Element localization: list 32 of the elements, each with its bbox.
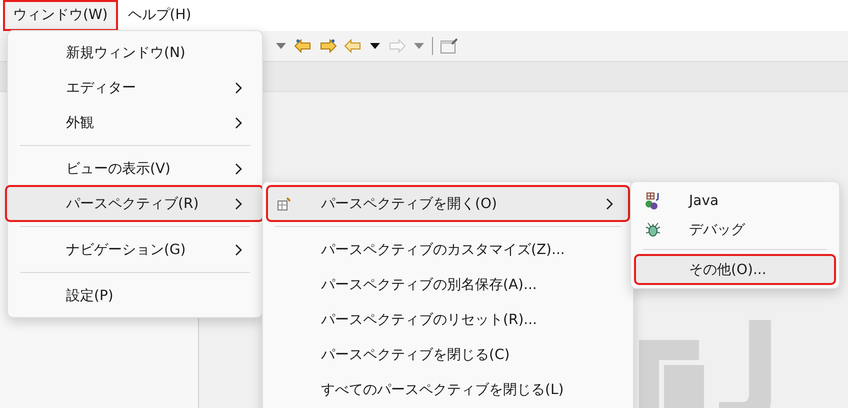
menu-bar-item[interactable]: ヘルプ(H) bbox=[118, 0, 202, 31]
menu-item[interactable]: パースペクティブのカスタマイズ(Z)... bbox=[267, 232, 629, 267]
menu-item[interactable]: パースペクティブを閉じる(C) bbox=[267, 337, 629, 372]
bug-icon bbox=[645, 222, 661, 238]
menu-item[interactable]: 新規ウィンドウ(N) bbox=[12, 35, 258, 70]
chevron-right-icon bbox=[606, 198, 613, 210]
menu-item[interactable]: Java bbox=[635, 186, 835, 215]
chevron-right-icon bbox=[235, 198, 242, 210]
back-arrow-icon[interactable] bbox=[344, 39, 362, 53]
menu-item[interactable]: パースペクティブを開く(O) bbox=[267, 186, 629, 221]
menu-item[interactable]: 設定(P) bbox=[12, 278, 258, 313]
back-arrow-icon[interactable] bbox=[294, 39, 312, 53]
menu-item[interactable]: エディター bbox=[12, 70, 258, 105]
chevron-right-icon bbox=[235, 244, 242, 256]
menu-item[interactable]: パースペクティブのリセット(R)... bbox=[267, 302, 629, 337]
chevron-right-icon bbox=[235, 82, 242, 94]
menu-item[interactable]: パースペクティブの別名保存(A)... bbox=[267, 267, 629, 302]
menu-item[interactable]: その他(O)... bbox=[635, 255, 835, 284]
menu-bar-item[interactable]: ウィンドウ(W) bbox=[3, 0, 118, 31]
menu-item[interactable]: ナビゲーション(G) bbox=[12, 232, 258, 267]
java-icon bbox=[645, 192, 661, 210]
menu-item[interactable]: パースペクティブ(R) bbox=[6, 186, 263, 221]
menu-item[interactable]: ビューの表示(V) bbox=[12, 151, 258, 186]
menu-item[interactable]: 外観 bbox=[12, 105, 258, 140]
forward-arrow-icon[interactable] bbox=[319, 39, 337, 53]
menu-item[interactable]: すべてのパースペクティブを閉じる(L) bbox=[267, 372, 629, 407]
window-icon[interactable] bbox=[440, 38, 458, 54]
perspective-icon bbox=[277, 196, 291, 210]
menu-item[interactable]: デバッグ bbox=[635, 215, 835, 244]
dropdown-icon[interactable] bbox=[369, 42, 381, 50]
chevron-right-icon bbox=[235, 162, 242, 174]
chevron-right-icon bbox=[235, 116, 242, 128]
